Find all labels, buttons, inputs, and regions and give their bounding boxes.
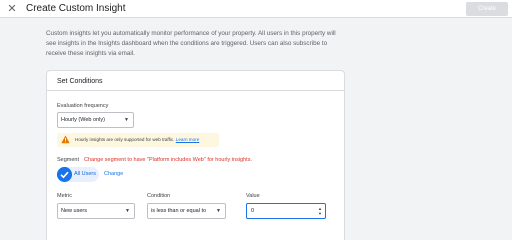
condition-value: is less than or equal to	[151, 208, 207, 214]
segment-label: Segment	[57, 157, 80, 163]
warning-text-wrap: Hourly insights are only supported for w…	[75, 137, 199, 143]
metric-label: Metric	[57, 193, 72, 199]
dropdown-arrow-icon: ▼	[125, 208, 130, 214]
segment-chip-all-users[interactable]: All Users	[57, 167, 99, 182]
dropdown-arrow-icon: ▼	[124, 117, 129, 123]
evaluation-frequency-value: Hourly (Web only)	[61, 117, 105, 123]
hourly-warning-banner: Hourly insights are only supported for w…	[57, 133, 219, 147]
segment-warning: Change segment to have "Platform include…	[84, 157, 252, 163]
description-text: Custom insights let you automatically mo…	[46, 30, 336, 57]
close-icon[interactable]: ✕	[6, 3, 18, 15]
value-input-text: 0	[251, 208, 255, 214]
card-header: Set Conditions	[47, 71, 344, 91]
metric-value: New users	[61, 208, 87, 214]
stepper-arrows-icon[interactable]: ▲ ▼	[318, 206, 322, 216]
warning-icon	[61, 135, 70, 144]
warning-text: Hourly insights are only supported for w…	[75, 137, 175, 142]
dropdown-arrow-icon: ▼	[216, 208, 221, 214]
evaluation-frequency-select[interactable]: Hourly (Web only) ▼	[57, 112, 134, 128]
learn-more-link[interactable]: Learn more	[176, 137, 200, 142]
page-title: Create Custom Insight	[26, 3, 126, 14]
metric-select[interactable]: New users ▼	[57, 203, 135, 219]
check-icon	[57, 167, 72, 182]
condition-label: Condition	[147, 193, 171, 199]
value-input[interactable]: 0 ▲ ▼	[246, 203, 326, 219]
top-bar: ✕ Create Custom Insight Create	[0, 0, 512, 18]
create-button[interactable]: Create	[466, 2, 508, 16]
segment-chip-label: All Users	[74, 171, 97, 177]
card-title: Set Conditions	[57, 78, 103, 85]
value-label: Value	[246, 193, 260, 199]
change-segment-link[interactable]: Change	[104, 171, 123, 178]
evaluation-frequency-label: Evaluation frequency	[57, 103, 109, 109]
condition-select[interactable]: is less than or equal to ▼	[147, 203, 226, 219]
